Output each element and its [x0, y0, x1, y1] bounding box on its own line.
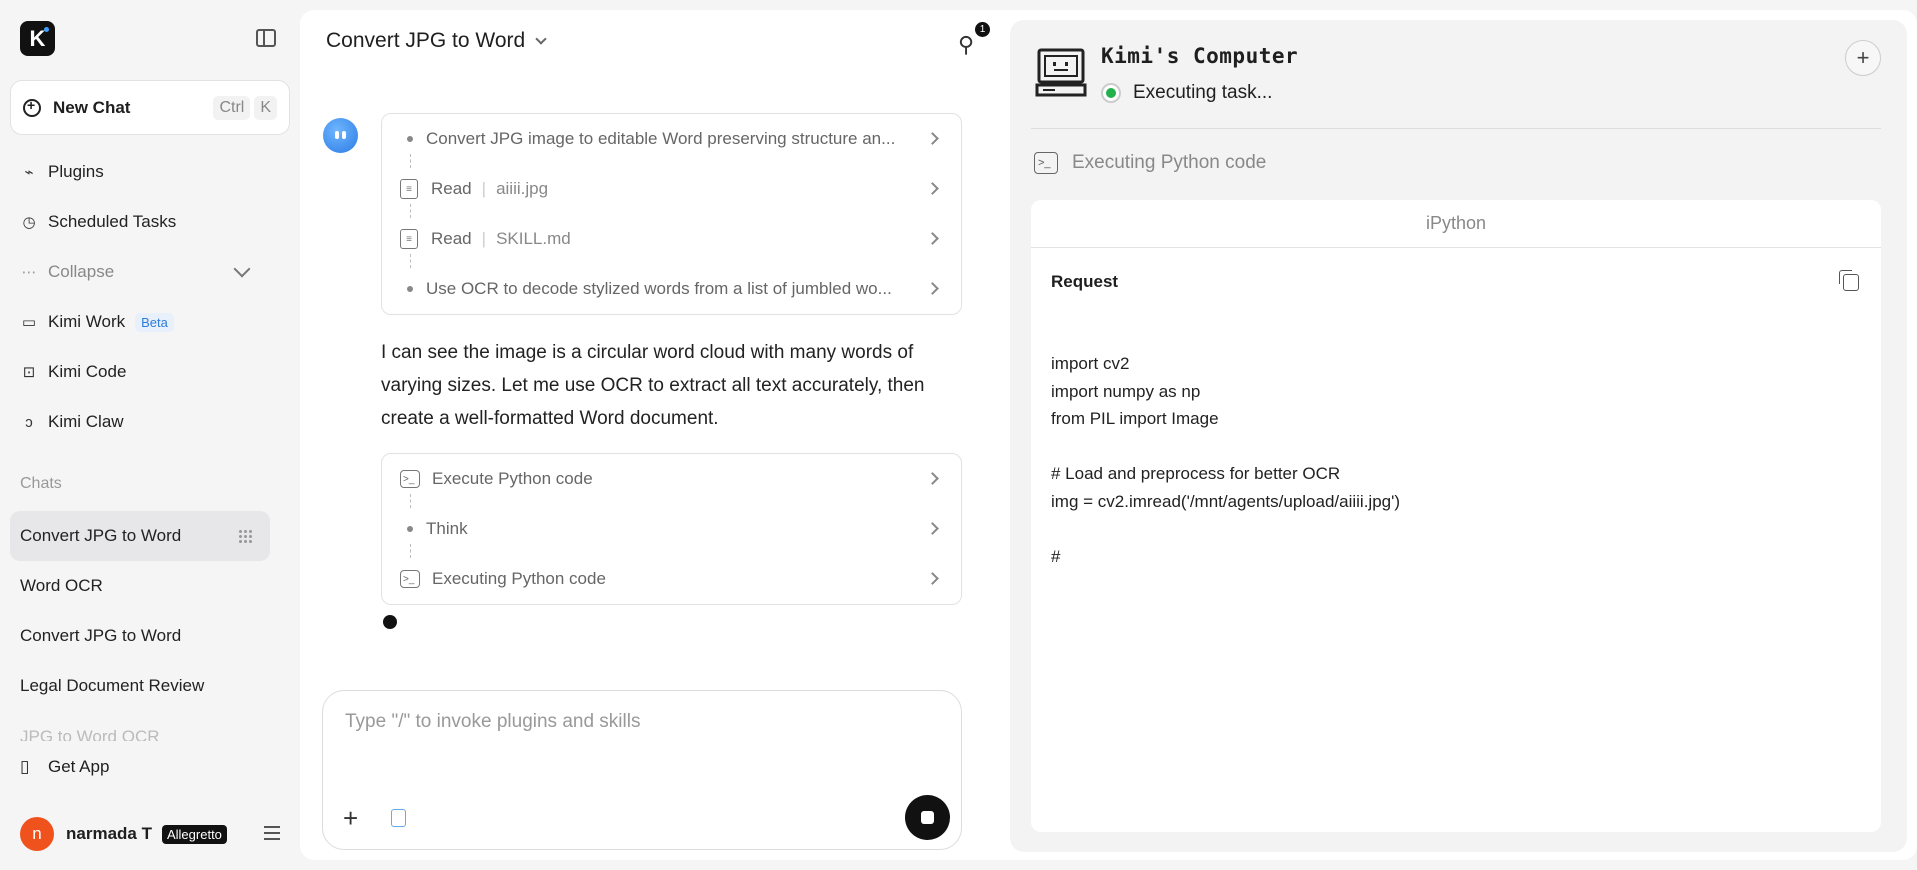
add-button[interactable]: +: [1845, 40, 1881, 76]
computer-icon: [1035, 48, 1087, 97]
step-item[interactable]: Use OCR to decode stylized words from a …: [382, 254, 961, 314]
plugin-icon: ⌁: [24, 164, 34, 181]
more-dots-icon: ⋯: [21, 264, 37, 281]
device-icon: ▯: [20, 757, 30, 776]
chat-history-item[interactable]: JPG to Word OCR: [10, 711, 270, 741]
get-app-button[interactable]: ▯ Get App: [20, 757, 109, 777]
typing-indicator: [383, 615, 397, 629]
divider: [1031, 128, 1881, 129]
terminal-icon: >_: [400, 470, 420, 488]
assistant-avatar: [323, 118, 358, 153]
new-chat-icon: [23, 97, 41, 117]
sidebar-item-scheduled-tasks[interactable]: ◷ Scheduled Tasks: [20, 207, 176, 237]
add-icon[interactable]: +: [343, 803, 358, 834]
chevron-down-icon[interactable]: [233, 260, 251, 278]
chat-history-item[interactable]: Word OCR: [10, 561, 270, 611]
bullet-icon: [407, 526, 413, 532]
bullet-icon: [407, 286, 413, 292]
chevron-right-icon: [926, 282, 939, 295]
sidebar-item-plugins[interactable]: ⌁ Plugins: [20, 157, 103, 187]
status-indicator-icon: [1101, 83, 1121, 103]
step-item[interactable]: Convert JPG image to editable Word prese…: [382, 114, 961, 164]
ipython-panel: iPython Request import cv2 import numpy …: [1031, 200, 1881, 832]
shortcut-hint: Ctrl K: [213, 95, 277, 120]
kimi-logo[interactable]: K: [20, 21, 55, 56]
bullet-icon: [407, 136, 413, 142]
code-block: import cv2 import numpy as np from PIL i…: [1051, 354, 1401, 566]
chevron-right-icon: [926, 232, 939, 245]
chevron-right-icon: [926, 522, 939, 535]
toggle-sidebar-icon[interactable]: [256, 29, 276, 47]
sidebar-item-kimi-code[interactable]: ⊡ Kimi Code: [20, 357, 127, 387]
beta-badge: Beta: [135, 312, 174, 332]
chevron-right-icon: [926, 472, 939, 485]
monitor-icon: ▭: [21, 314, 37, 331]
chat-title-dropdown[interactable]: Convert JPG to Word: [326, 29, 547, 53]
attachment-count-badge: 1: [975, 22, 990, 37]
computer-title: Kimi's Computer: [1101, 44, 1299, 68]
avatar: n: [20, 817, 54, 851]
chat-history-item[interactable]: Convert JPG to Word: [10, 511, 270, 561]
plan-badge: Allegretto: [161, 824, 227, 844]
step-item[interactable]: >_ Execute Python code: [382, 454, 961, 504]
chat-input[interactable]: [345, 711, 935, 733]
chevron-down-icon: [535, 33, 547, 45]
user-profile[interactable]: n narmada T Allegretto: [20, 817, 280, 851]
copy-icon[interactable]: [1839, 270, 1859, 291]
tool-name-header: iPython: [1031, 200, 1881, 248]
step-item[interactable]: Think: [382, 494, 961, 554]
sidebar-item-kimi-work[interactable]: ▭ Kimi Work Beta: [20, 307, 174, 337]
drag-handle-icon[interactable]: [238, 529, 252, 543]
new-chat-button[interactable]: New Chat Ctrl K: [10, 80, 290, 135]
stop-generation-button[interactable]: [905, 795, 950, 840]
file-icon: ≡: [400, 179, 418, 199]
chat-input-box: +: [322, 690, 962, 850]
alarm-clock-icon: ◷: [22, 214, 36, 231]
chat-history-item[interactable]: Convert JPG to Word: [10, 611, 270, 661]
chevron-right-icon: [926, 132, 939, 145]
assistant-message: I can see the image is a circular word c…: [381, 342, 925, 429]
step-item[interactable]: >_ Executing Python code: [382, 544, 961, 604]
user-name: narmada T: [66, 824, 152, 843]
paperclip-icon[interactable]: ⚲: [958, 32, 974, 58]
claw-icon: ↄ: [25, 413, 33, 431]
chat-history-item[interactable]: Legal Document Review: [10, 661, 270, 711]
menu-icon[interactable]: [264, 826, 280, 840]
terminal-icon: >_: [400, 570, 420, 588]
task-status: Executing task...: [1101, 82, 1272, 104]
current-activity: >_ Executing Python code: [1034, 152, 1266, 174]
step-item[interactable]: ≡ Read | aiiii.jpg: [382, 154, 961, 214]
step-item[interactable]: ≡ Read | SKILL.md: [382, 204, 961, 264]
terminal-icon: ⊡: [22, 364, 36, 381]
chevron-right-icon: [926, 182, 939, 195]
sidebar-collapse-toggle[interactable]: ⋯ Collapse: [20, 257, 115, 287]
terminal-icon: >_: [1034, 152, 1058, 174]
chevron-right-icon: [926, 572, 939, 585]
step-list: Convert JPG image to editable Word prese…: [381, 113, 962, 315]
step-list: >_ Execute Python code Think >_ Executin…: [381, 453, 962, 605]
request-label: Request: [1051, 272, 1119, 291]
document-icon[interactable]: [391, 809, 406, 827]
file-icon: ≡: [400, 229, 418, 249]
chats-section-label: Chats: [20, 475, 62, 492]
sidebar: K New Chat Ctrl K ⌁ Plugins ◷ Scheduled …: [0, 0, 300, 870]
sidebar-item-kimi-claw[interactable]: ↄ Kimi Claw: [20, 407, 123, 437]
